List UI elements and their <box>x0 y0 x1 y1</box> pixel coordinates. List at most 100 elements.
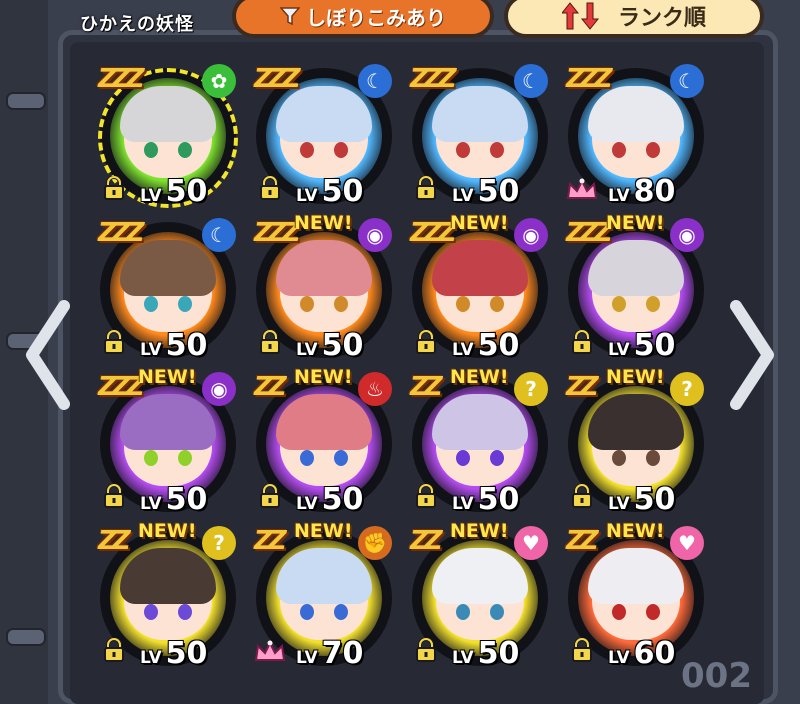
medal-slot[interactable]: ZZZ NEW! ◉ LV 50 <box>96 366 246 517</box>
new-badge: NEW! <box>606 366 665 388</box>
sleep-icon: ZZZ <box>98 218 145 248</box>
page-number: 002 <box>681 656 752 696</box>
medal-slot[interactable]: ZZZ NEW! ◉ LV 50 <box>408 212 558 363</box>
sleep-icon: ZZ <box>410 372 443 402</box>
lock-icon <box>260 176 280 200</box>
level-prefix: LV <box>452 494 474 514</box>
character-eye <box>612 142 626 158</box>
eye-icon: ◉ <box>202 372 236 406</box>
medal-slot[interactable]: ZZ NEW!? LV 50 <box>96 520 246 671</box>
level-readout: LV 50 <box>140 482 207 517</box>
character-eye <box>144 604 158 620</box>
crown-icon <box>254 640 286 661</box>
moon-icon: ☾ <box>358 64 392 98</box>
level-readout: LV 50 <box>140 174 207 209</box>
new-badge: NEW! <box>450 366 509 388</box>
character-eye <box>334 450 348 466</box>
medal-slot[interactable]: ZZ NEW! ♥ LV 60 <box>564 520 714 671</box>
level-readout: LV 50 <box>296 174 363 209</box>
level-readout: LV 50 <box>452 482 519 517</box>
character-eye <box>490 142 504 158</box>
character-eye <box>490 450 504 466</box>
level-value: 70 <box>321 636 364 671</box>
level-prefix: LV <box>608 186 630 206</box>
sleep-icon: ZZ <box>98 526 131 556</box>
character-eye <box>178 296 192 312</box>
medal-slot[interactable]: ZZZ ☾ LV 80 <box>564 58 714 209</box>
level-value: 50 <box>165 174 208 209</box>
level-value: 50 <box>321 328 364 363</box>
new-badge: NEW! <box>294 366 353 388</box>
medal-slot[interactable]: ZZZ ✿ LV 50 <box>96 58 246 209</box>
medal-slot[interactable]: ZZ NEW! ♨ LV 50 <box>252 366 402 517</box>
question-icon: ? <box>202 526 236 560</box>
level-value: 50 <box>165 482 208 517</box>
character-eye <box>300 450 314 466</box>
level-prefix: LV <box>140 494 162 514</box>
level-readout: LV 50 <box>452 174 519 209</box>
medal-slot[interactable]: ZZZ ☾ LV 50 <box>96 212 246 363</box>
level-value: 50 <box>165 328 208 363</box>
sleep-icon: ZZZ <box>566 64 613 94</box>
crown-icon <box>566 178 598 199</box>
lock-icon <box>260 484 280 508</box>
character-eye <box>178 604 192 620</box>
medal-slot[interactable]: ZZ NEW!? LV 50 <box>408 366 558 517</box>
level-readout: LV 80 <box>608 174 675 209</box>
character-eye <box>456 142 470 158</box>
question-icon: ? <box>670 372 704 406</box>
eye-icon: ◉ <box>358 218 392 252</box>
level-value: 60 <box>633 636 676 671</box>
medal-slot[interactable]: ZZ NEW! ♥ LV 50 <box>408 520 558 671</box>
new-badge: NEW! <box>138 520 197 542</box>
sleep-icon: ZZZ <box>98 372 145 402</box>
level-prefix: LV <box>140 340 162 360</box>
filter-button[interactable]: しぼりこみあり <box>232 0 494 38</box>
level-prefix: LV <box>296 186 318 206</box>
character-eye <box>612 450 626 466</box>
level-readout: LV 50 <box>140 328 207 363</box>
medal-slot[interactable]: ZZ NEW! ✊ LV 70 <box>252 520 402 671</box>
lock-icon <box>104 484 124 508</box>
character-eye <box>456 604 470 620</box>
sleep-icon: ZZ <box>566 526 599 556</box>
character-eye <box>300 142 314 158</box>
sort-button[interactable]: ランク順 <box>504 0 764 38</box>
level-prefix: LV <box>296 340 318 360</box>
sleep-icon: ZZZ <box>254 64 301 94</box>
sleep-icon: ZZ <box>410 526 443 556</box>
prev-page-arrow[interactable] <box>22 300 72 410</box>
lock-icon <box>572 330 592 354</box>
medal-slot[interactable]: ZZZ ☾ LV 50 <box>408 58 558 209</box>
binder-ring <box>6 628 46 646</box>
level-readout: LV 50 <box>296 482 363 517</box>
character-eye <box>334 296 348 312</box>
new-badge: NEW! <box>294 520 353 542</box>
level-value: 50 <box>321 174 364 209</box>
medal-slot[interactable]: ZZZ NEW! ◉ LV 50 <box>252 212 402 363</box>
level-readout: LV 60 <box>608 636 675 671</box>
medal-slot[interactable]: ZZ NEW!? LV 50 <box>564 366 714 517</box>
character-eye <box>144 450 158 466</box>
funnel-icon <box>280 7 300 26</box>
sleep-icon: ZZ <box>566 372 599 402</box>
sleep-icon: ZZ <box>254 526 287 556</box>
lock-icon <box>416 176 436 200</box>
medal-slot[interactable]: ZZZ ☾ LV 50 <box>252 58 402 209</box>
level-prefix: LV <box>140 186 162 206</box>
level-value: 50 <box>633 482 676 517</box>
character-eye <box>178 450 192 466</box>
moon-icon: ☾ <box>514 64 548 98</box>
level-value: 50 <box>321 482 364 517</box>
level-value: 50 <box>477 174 520 209</box>
character-eye <box>646 142 660 158</box>
level-value: 50 <box>477 482 520 517</box>
new-badge: NEW! <box>450 212 509 234</box>
medal-slot[interactable]: ZZZ NEW! ◉ LV 50 <box>564 212 714 363</box>
level-readout: LV 50 <box>608 328 675 363</box>
sleep-icon: ZZZ <box>98 64 145 94</box>
lock-icon <box>572 638 592 662</box>
lock-icon <box>260 330 280 354</box>
next-page-arrow[interactable] <box>728 300 778 410</box>
moon-icon: ☾ <box>670 64 704 98</box>
